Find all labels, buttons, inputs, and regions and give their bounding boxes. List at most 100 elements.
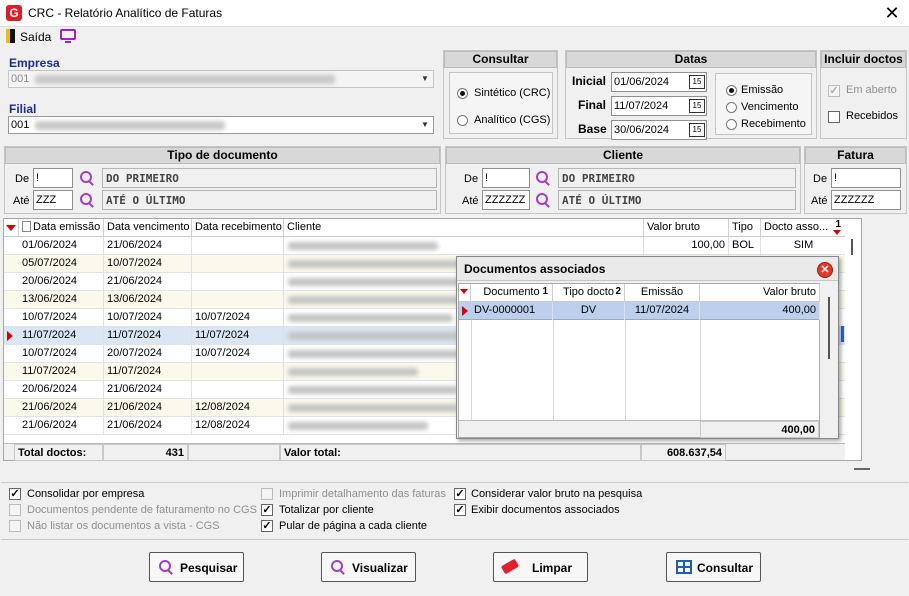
limpar-button[interactable]: Limpar (493, 552, 588, 582)
em-aberto-checkbox[interactable]: ✓ (828, 85, 840, 97)
visualizar-label: Visualizar (352, 561, 408, 575)
close-window-button[interactable]: ✕ (880, 2, 904, 24)
radio-emissao-label[interactable]: Emissão (741, 84, 783, 96)
exibir-label[interactable]: Exibir documentos associados (471, 504, 620, 516)
cell-data-vencimento: 11/07/2024 (104, 363, 192, 381)
empresa-select[interactable]: 001 ▼ (8, 70, 434, 88)
popup-grid[interactable]: Documento 1 Tipo docto 2 Emissão Valor bru… (458, 283, 820, 438)
exibir-checkbox[interactable]: ✓ (454, 504, 466, 516)
fatura-de-value: ! (834, 172, 838, 184)
visualizar-button[interactable]: Visualizar (321, 552, 416, 582)
nao-listar-checkbox[interactable] (9, 520, 21, 532)
recebidos-label[interactable]: Recebidos (846, 110, 898, 122)
pesquisar-button[interactable]: Pesquisar (149, 552, 244, 582)
cell-data-emissao: 10/07/2024 (19, 309, 104, 327)
cell-data-vencimento: 13/06/2024 (104, 291, 192, 309)
consolidar-checkbox[interactable]: ✓ (9, 488, 21, 500)
cliente-de-input[interactable]: ! (482, 168, 530, 188)
col-valor-bruto[interactable]: Valor bruto (644, 219, 729, 237)
search-icon[interactable] (80, 193, 94, 207)
search-icon[interactable] (536, 171, 550, 185)
recebidos-checkbox[interactable] (828, 111, 840, 123)
filial-select[interactable]: 001 ▼ (8, 116, 434, 134)
pendente-label[interactable]: Documentos pendente de faturamento no CG… (27, 504, 257, 516)
base-date-value: 30/06/2024 (614, 124, 670, 136)
exit-menu-item[interactable]: Saída (20, 30, 51, 44)
resize-grip[interactable] (854, 468, 870, 470)
exit-door-icon[interactable] (6, 29, 15, 43)
monitor-icon[interactable] (60, 29, 76, 43)
pular-label[interactable]: Pular de página a cada cliente (279, 520, 427, 532)
cliente-ate-description: ATÉ O ÚLTIMO (558, 190, 796, 210)
popup-col-documento[interactable]: Documento 1 (471, 284, 553, 302)
popup-grid-corner[interactable] (459, 284, 471, 302)
search-icon[interactable] (80, 171, 94, 185)
imprimir-label[interactable]: Imprimir detalhamento das faturas (279, 488, 446, 500)
calendar-icon[interactable]: 15 (689, 75, 705, 89)
popup-col-valor[interactable]: Valor bruto (700, 284, 820, 302)
popup-row-selected[interactable]: DV-0000001 DV 11/07/2024 400,00 (459, 302, 820, 320)
cell-data-recebimento: 10/07/2024 (192, 345, 284, 363)
cell-data-emissao: 21/06/2024 (19, 417, 104, 435)
consultar-button[interactable]: Consultar (666, 552, 761, 582)
scrollbar-thumb[interactable] (851, 239, 853, 255)
col-cliente[interactable]: Cliente (284, 219, 644, 237)
table-row[interactable]: 01/06/2024 21/06/2024 100,00 BOL SIM (4, 237, 845, 255)
col-data-recebimento[interactable]: Data recebimento (192, 219, 284, 237)
col-docto-asso[interactable]: Docto asso... 1 (761, 219, 845, 237)
col-tipo[interactable]: Tipo (729, 219, 761, 237)
popup-col-emissao[interactable]: Emissão (625, 284, 700, 302)
search-icon (159, 560, 173, 574)
radio-analitico[interactable] (457, 115, 468, 126)
col-divider (553, 320, 554, 429)
considerar-label[interactable]: Considerar valor bruto na pesquisa (471, 488, 642, 500)
limpar-label: Limpar (532, 561, 573, 575)
calendar-icon[interactable]: 15 (689, 123, 705, 137)
radio-sintetico[interactable] (457, 88, 468, 99)
cell-data-recebimento (192, 237, 284, 255)
popup-scroll-thumb[interactable] (828, 297, 830, 359)
col-docto-asso-label: Docto asso... (764, 221, 829, 233)
calendar-icon[interactable]: 15 (689, 99, 705, 113)
base-label: Base (578, 122, 607, 136)
search-icon[interactable] (536, 193, 550, 207)
dropdown-arrow-icon (460, 289, 468, 294)
em-aberto-label[interactable]: Em aberto (846, 84, 897, 96)
considerar-checkbox[interactable]: ✓ (454, 488, 466, 500)
consolidar-label[interactable]: Consolidar por empresa (27, 488, 144, 500)
radio-vencimento-label[interactable]: Vencimento (741, 101, 798, 113)
radio-emissao[interactable] (726, 85, 737, 96)
pular-checkbox[interactable]: ✓ (261, 520, 273, 532)
nao-listar-label[interactable]: Não listar os documentos a vista - CGS (27, 520, 220, 532)
cell-data-recebimento: 12/08/2024 (192, 399, 284, 417)
cell-data-emissao: 21/06/2024 (19, 399, 104, 417)
tipo-de-input[interactable]: ! (33, 168, 73, 188)
radio-recebimento[interactable] (726, 119, 737, 130)
grid-corner[interactable] (4, 219, 19, 237)
cliente-name-blurred (288, 404, 458, 412)
imprimir-checkbox[interactable] (261, 488, 273, 500)
consultar-title: Consultar (444, 51, 557, 68)
cell-data-emissao: 10/07/2024 (19, 345, 104, 363)
totalizar-checkbox[interactable]: ✓ (261, 504, 273, 516)
fatura-ate-value: ZZZZZZ (834, 194, 875, 206)
col-data-emissao[interactable]: Data emissão (19, 219, 104, 237)
cliente-ate-input[interactable]: ZZZZZZ (482, 190, 530, 210)
radio-recebimento-label[interactable]: Recebimento (741, 118, 806, 130)
tipo-ate-input[interactable]: ZZZ (33, 190, 73, 210)
popup-cell-emissao: 11/07/2024 (625, 302, 700, 320)
cell-data-vencimento: 21/06/2024 (104, 417, 192, 435)
radio-analitico-label[interactable]: Analítico (CGS) (474, 114, 550, 126)
radio-sintetico-label[interactable]: Sintético (CRC) (474, 87, 550, 99)
documentos-associados-popup[interactable]: Documentos associados ✕ Documento 1 Tipo … (456, 256, 839, 439)
popup-col-tipo[interactable]: Tipo docto 2 (553, 284, 625, 302)
fatura-de-input[interactable]: ! (831, 168, 901, 188)
radio-vencimento[interactable] (726, 102, 737, 113)
col-data-emissao-label: Data emissão (33, 221, 101, 233)
popup-close-icon[interactable]: ✕ (817, 262, 833, 278)
fatura-ate-input[interactable]: ZZZZZZ (831, 190, 901, 210)
totalizar-label[interactable]: Totalizar por cliente (279, 504, 374, 516)
grid-vertical-scrollbar[interactable] (845, 218, 862, 461)
col-data-vencimento[interactable]: Data vencimento (104, 219, 192, 237)
pendente-checkbox[interactable] (9, 504, 21, 516)
